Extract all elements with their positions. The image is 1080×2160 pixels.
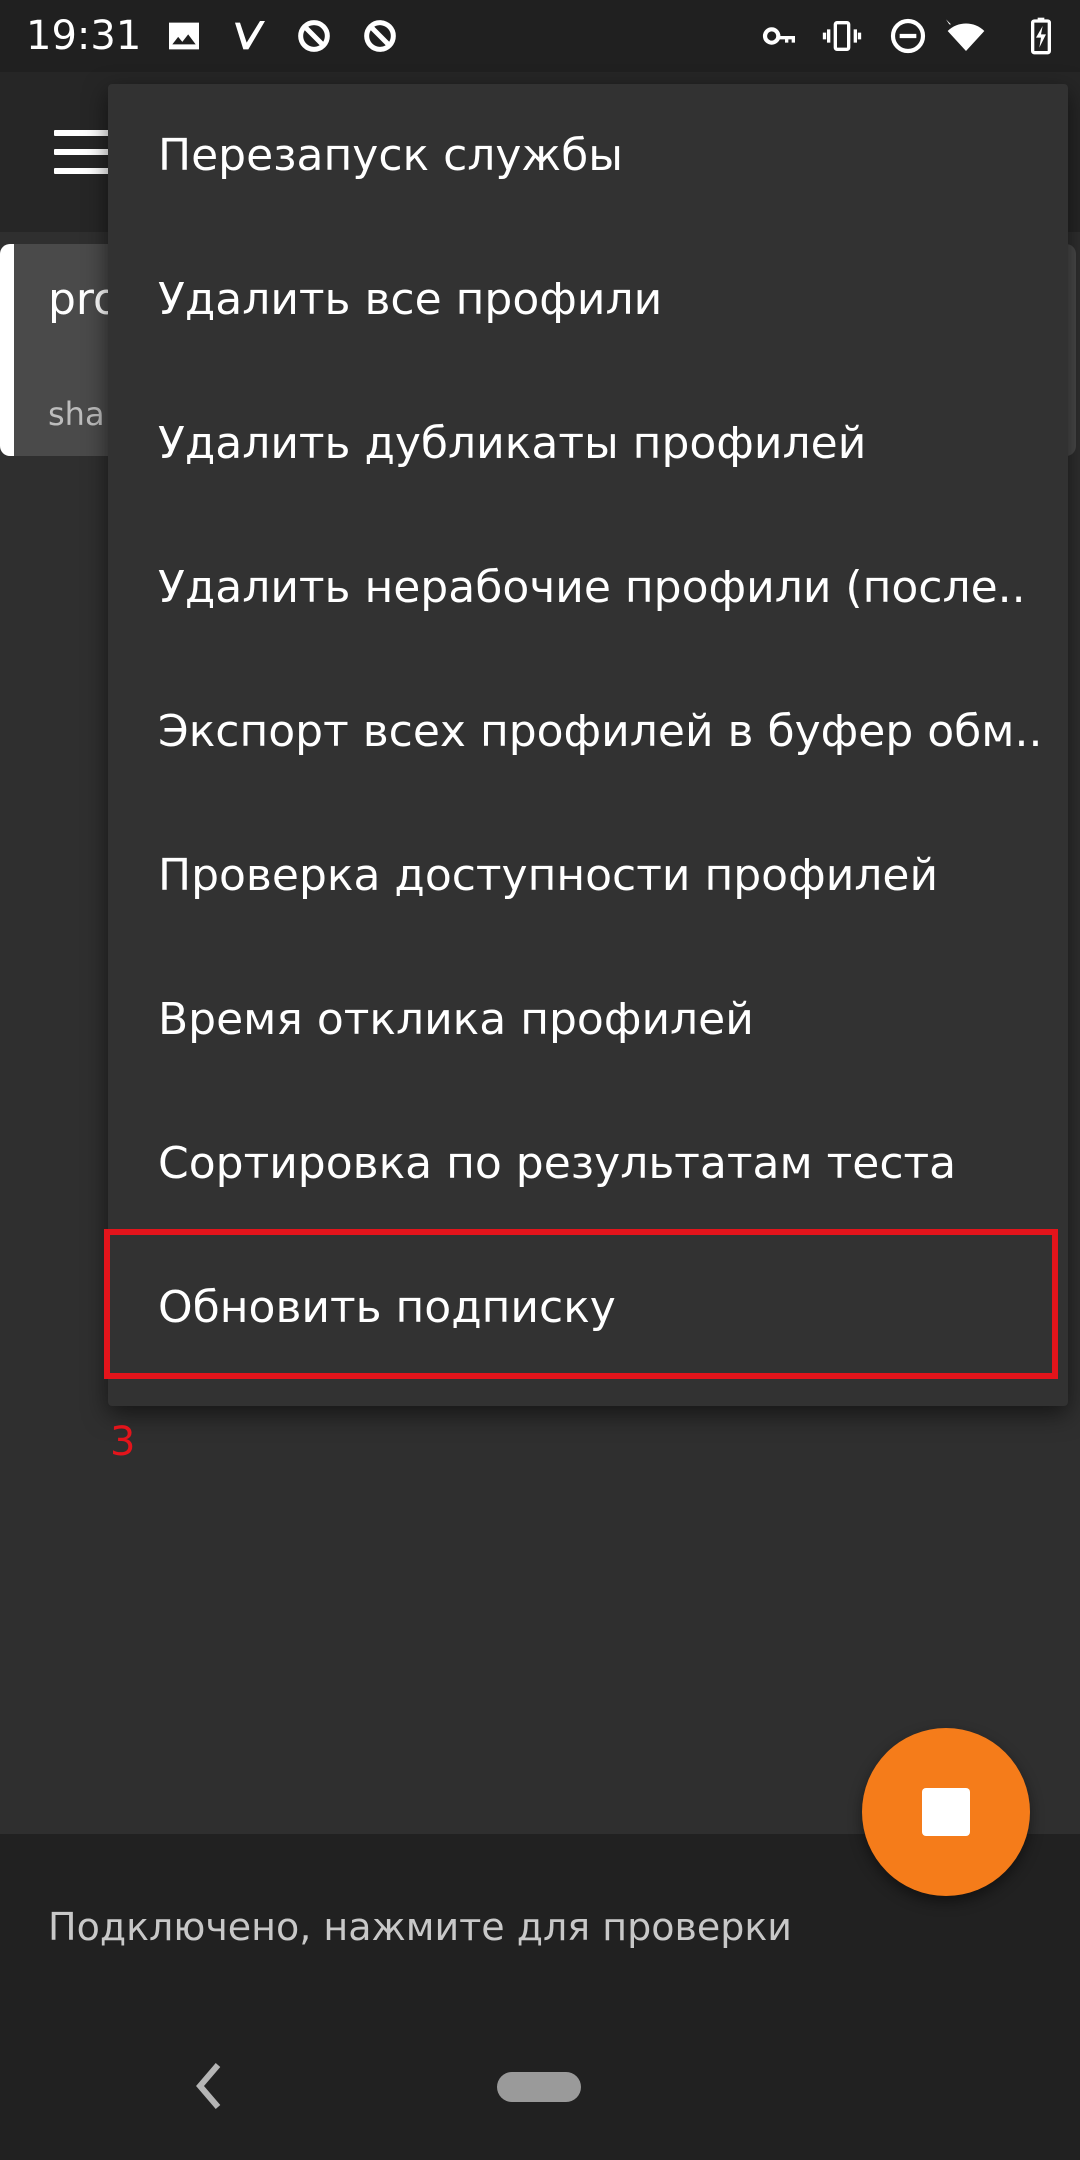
menu-item-delete-all-profiles[interactable]: Удалить все профили	[108, 228, 1068, 372]
stop-connection-button[interactable]	[862, 1728, 1030, 1896]
circle-slash-icon	[360, 16, 400, 56]
stop-icon	[922, 1788, 970, 1836]
status-bar: 19:31	[0, 0, 1080, 72]
menu-item-sort-by-test-results[interactable]: Сортировка по результатам теста	[108, 1092, 1068, 1236]
menu-item-label: Сортировка по результатам теста	[158, 1138, 957, 1189]
wifi-icon	[946, 16, 986, 56]
home-pill-icon[interactable]	[497, 2072, 581, 2102]
circle-slash-icon	[294, 16, 334, 56]
menu-item-label: Удалить все профили	[158, 274, 663, 325]
v-app-icon	[230, 16, 270, 56]
menu-item-label: Время отклика профилей	[158, 994, 754, 1045]
menu-item-label: Проверка доступности профилей	[158, 850, 939, 901]
selected-indicator	[0, 244, 14, 456]
hamburger-menu-icon[interactable]	[54, 130, 110, 174]
back-chevron-icon[interactable]	[186, 2056, 232, 2116]
menu-item-label: Экспорт всех профилей в буфер обм..	[158, 706, 1038, 757]
vpn-key-icon	[760, 16, 800, 56]
menu-item-check-profiles-availability[interactable]: Проверка доступности профилей	[108, 804, 1068, 948]
connection-status-text: Подключено, нажмите для проверки	[48, 1905, 792, 1949]
overflow-menu: Перезапуск службы Удалить все профили Уд…	[108, 84, 1068, 1406]
battery-charging-icon	[1024, 16, 1058, 56]
image-icon	[164, 16, 204, 56]
profile-type: sha	[48, 395, 105, 433]
menu-item-delete-duplicate-profiles[interactable]: Удалить дубликаты профилей	[108, 372, 1068, 516]
status-time: 19:31	[26, 13, 142, 59]
do-not-disturb-icon	[888, 16, 928, 56]
menu-item-export-all-profiles[interactable]: Экспорт всех профилей в буфер обм..	[108, 660, 1068, 804]
highlight-number: 3	[110, 1419, 136, 1465]
screen: 19:31 pro sha Подключено, нажмите для пр…	[0, 0, 1080, 2160]
vibrate-icon	[822, 16, 862, 56]
menu-item-restart-service[interactable]: Перезапуск службы	[108, 84, 1068, 228]
menu-item-delete-invalid-profiles[interactable]: Удалить нерабочие профили (после..	[108, 516, 1068, 660]
system-nav-bar	[0, 2014, 1080, 2160]
menu-item-label: Удалить дубликаты профилей	[158, 418, 867, 469]
menu-item-label: Удалить нерабочие профили (после..	[158, 562, 1026, 613]
menu-item-profiles-latency[interactable]: Время отклика профилей	[108, 948, 1068, 1092]
menu-item-label: Перезапуск службы	[158, 130, 623, 181]
highlight-box	[104, 1229, 1058, 1379]
